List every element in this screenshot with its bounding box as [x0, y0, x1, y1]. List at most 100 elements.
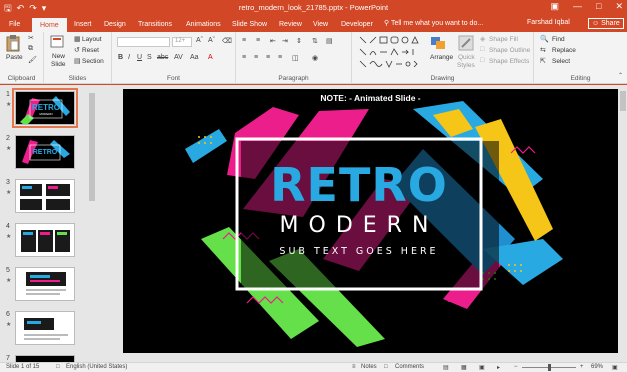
- slide-subheadline[interactable]: MODERN: [237, 213, 481, 239]
- justify-icon[interactable]: ≡: [278, 54, 282, 61]
- decrease-font-icon[interactable]: Aˇ: [208, 37, 215, 44]
- zoom-in-icon[interactable]: +: [580, 364, 584, 370]
- smartart-icon[interactable]: ◉: [312, 54, 318, 62]
- share-button[interactable]: ☺ Share: [588, 18, 624, 29]
- tab-transitions[interactable]: Transitions: [138, 19, 172, 30]
- canvas-scrollbar[interactable]: [619, 85, 627, 362]
- canvas-scrollbar-thumb[interactable]: [620, 91, 626, 111]
- slide-headline[interactable]: RETRO: [237, 161, 481, 209]
- replace-button[interactable]: Replace: [552, 47, 576, 54]
- slide-thumbnail-4[interactable]: [15, 223, 75, 257]
- numbering-icon[interactable]: ≡: [256, 37, 260, 44]
- shapes-gallery-icon[interactable]: [358, 35, 424, 69]
- tab-insert[interactable]: Insert: [74, 19, 92, 30]
- quick-styles-label-1[interactable]: Quick: [458, 54, 475, 61]
- zoom-slider-thumb[interactable]: [548, 364, 551, 371]
- tab-developer[interactable]: Developer: [341, 19, 373, 30]
- shape-outline-button[interactable]: Shape Outline: [489, 47, 530, 54]
- layout-button[interactable]: Layout: [82, 36, 102, 43]
- user-name[interactable]: Farshad Iqbal: [527, 19, 570, 26]
- zoom-out-icon[interactable]: −: [514, 364, 518, 370]
- format-painter-icon[interactable]: 🖌: [28, 56, 37, 64]
- align-text-icon[interactable]: ▤: [326, 37, 333, 45]
- font-name-field[interactable]: [117, 37, 170, 47]
- quick-styles-label-2[interactable]: Styles: [457, 62, 475, 69]
- reading-view-icon[interactable]: ▣: [479, 364, 485, 371]
- character-spacing-icon[interactable]: AV: [174, 54, 183, 61]
- increase-indent-icon[interactable]: ⇥: [282, 37, 288, 45]
- increase-font-icon[interactable]: Aˆ: [196, 37, 203, 44]
- line-spacing-icon[interactable]: ⇕: [296, 37, 302, 45]
- find-button[interactable]: Find: [552, 36, 565, 43]
- close-icon[interactable]: ✕: [615, 1, 623, 12]
- tab-review[interactable]: Review: [279, 19, 302, 30]
- underline-icon[interactable]: U: [137, 54, 142, 61]
- language-indicator[interactable]: English (United States): [66, 364, 127, 370]
- slide-thumbnail-6[interactable]: [15, 311, 75, 345]
- cut-icon[interactable]: ✂: [28, 34, 34, 42]
- tab-design[interactable]: Design: [104, 19, 126, 30]
- italic-icon[interactable]: I: [128, 54, 130, 61]
- minimize-icon[interactable]: —: [573, 1, 582, 12]
- slide-sorter-icon[interactable]: ▦: [461, 364, 467, 371]
- slide-thumbnail-3[interactable]: [15, 179, 75, 213]
- slides-panel-scrollbar[interactable]: [88, 85, 96, 362]
- reset-button[interactable]: Reset: [82, 47, 99, 54]
- scrollbar-thumb[interactable]: [89, 93, 95, 201]
- slide-thumbnail-7[interactable]: [15, 355, 75, 362]
- font-color-icon[interactable]: A: [208, 54, 213, 61]
- slideshow-view-icon[interactable]: ▸: [497, 364, 500, 371]
- collapse-ribbon-icon[interactable]: ⌃: [618, 72, 623, 79]
- slide-number: 4: [6, 223, 10, 230]
- align-right-icon[interactable]: ≡: [266, 54, 270, 61]
- quick-styles-icon[interactable]: [458, 35, 474, 51]
- maximize-icon[interactable]: □: [596, 1, 601, 12]
- tab-home[interactable]: Home: [32, 18, 67, 32]
- current-slide[interactable]: NOTE: - Animated Slide - RETRO MODERN SU…: [123, 89, 618, 353]
- text-direction-icon[interactable]: ⇅: [312, 37, 318, 45]
- align-center-icon[interactable]: ≡: [254, 54, 258, 61]
- spellcheck-icon[interactable]: □: [56, 364, 60, 370]
- ribbon-display-icon[interactable]: ▣: [551, 1, 560, 12]
- align-left-icon[interactable]: ≡: [242, 54, 246, 61]
- slide-subtext[interactable]: SUB TEXT GOES HERE: [237, 246, 481, 258]
- normal-view-icon[interactable]: ▤: [443, 364, 449, 371]
- new-slide-label-1[interactable]: New: [52, 53, 65, 60]
- copy-icon[interactable]: ⧉: [28, 45, 33, 53]
- shadow-icon[interactable]: S: [147, 54, 152, 61]
- strikethrough-icon[interactable]: abc: [157, 54, 168, 61]
- thumbnail-art: [24, 318, 68, 340]
- arrange-button[interactable]: Arrange: [430, 54, 453, 61]
- bullets-icon[interactable]: ≡: [242, 37, 246, 44]
- arrange-icon[interactable]: [430, 36, 446, 50]
- notes-button[interactable]: Notes: [361, 364, 377, 370]
- clear-formatting-icon[interactable]: ⌫: [222, 37, 232, 45]
- animation-star-icon: ★: [6, 234, 12, 240]
- slide-thumbnail-1[interactable]: RETRO MODERN: [12, 88, 78, 128]
- columns-icon[interactable]: ◫: [292, 54, 299, 62]
- paste-icon[interactable]: [6, 35, 20, 52]
- section-button[interactable]: Section: [82, 58, 104, 65]
- animated-slide-note[interactable]: NOTE: - Animated Slide -: [123, 93, 618, 103]
- tab-view[interactable]: View: [313, 19, 328, 30]
- comments-button[interactable]: Comments: [395, 364, 424, 370]
- decrease-indent-icon[interactable]: ⇤: [270, 37, 276, 45]
- new-slide-icon[interactable]: [50, 35, 64, 49]
- svg-text:MODERN: MODERN: [39, 112, 52, 116]
- slide-thumbnail-2[interactable]: RETRO: [15, 135, 75, 169]
- tab-slide-show[interactable]: Slide Show: [232, 19, 267, 30]
- tab-file[interactable]: File: [9, 19, 20, 30]
- fit-to-window-icon[interactable]: ▣: [612, 364, 618, 371]
- shape-effects-button[interactable]: Shape Effects: [489, 58, 529, 65]
- bold-icon[interactable]: B: [118, 54, 123, 61]
- slide-thumbnail-5[interactable]: [15, 267, 75, 301]
- tell-me-box[interactable]: ⚲ Tell me what you want to do...: [384, 19, 483, 27]
- change-case-icon[interactable]: Aa: [190, 54, 199, 61]
- tab-animations[interactable]: Animations: [186, 19, 221, 30]
- shape-fill-button[interactable]: Shape Fill: [489, 36, 518, 43]
- paste-button[interactable]: Paste: [6, 54, 23, 61]
- select-button[interactable]: Select: [552, 58, 570, 65]
- zoom-level[interactable]: 69%: [591, 364, 603, 370]
- font-size-field[interactable]: 12+: [172, 37, 192, 47]
- new-slide-label-2[interactable]: Slide: [51, 61, 65, 68]
